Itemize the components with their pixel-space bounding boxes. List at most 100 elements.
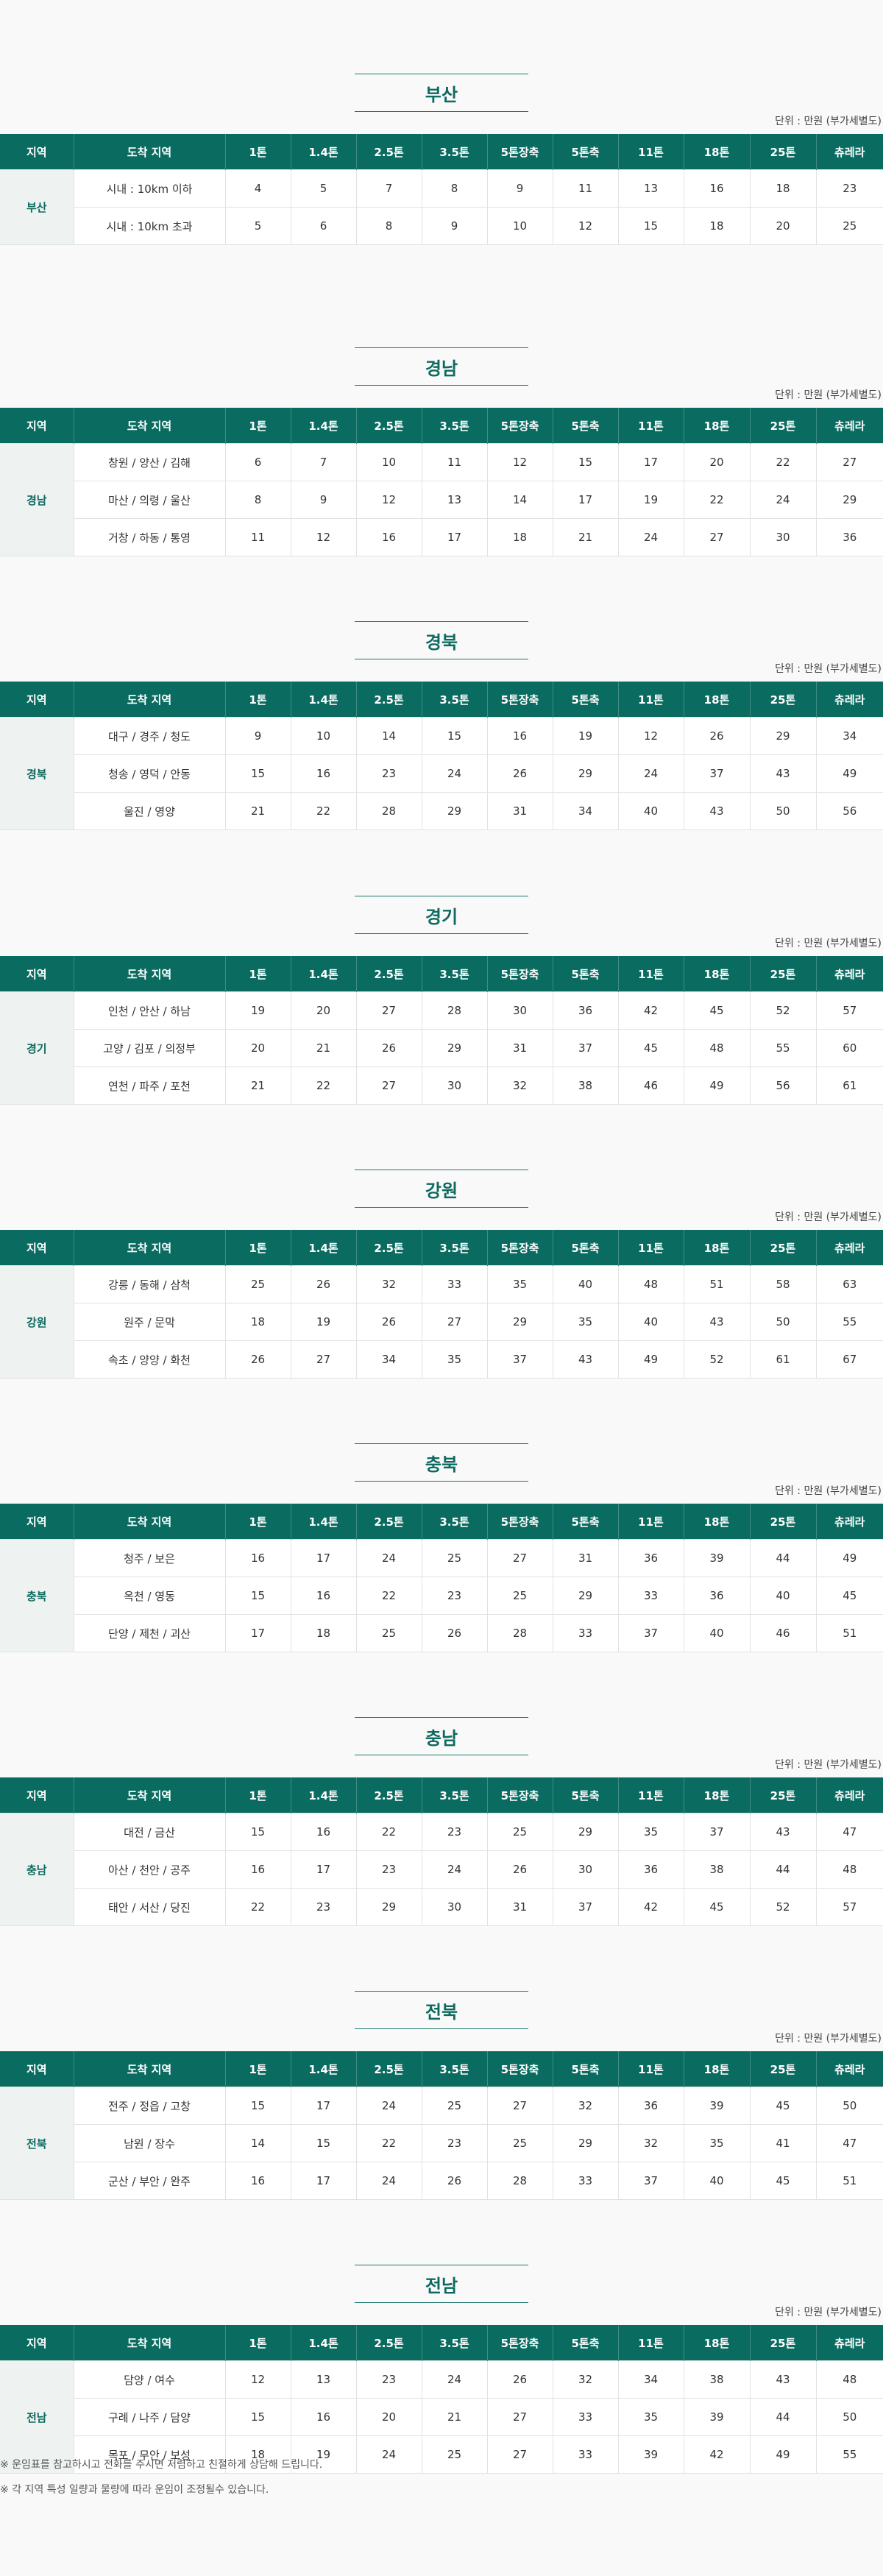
region-cell: 충북: [0, 1539, 74, 1652]
region-section-gangwon: 강원 단위 : 만원 (부가세별도) 지역 도착 지역 1톤 1.4톤 2.5톤 3.5톤 5톤…: [0, 1166, 883, 1409]
column-header: 2.5톤: [355, 408, 422, 444]
table-row: 원주 / 문막 18 19 26 27 29 35 40 43 50 55: [0, 1303, 883, 1341]
rate-cell: 50: [815, 2087, 883, 2125]
column-header: 5톤장축: [486, 2325, 553, 2361]
column-header: 1.4톤: [290, 682, 356, 718]
rate-cell: 24: [355, 1539, 422, 1577]
destination-cell: 대전 / 금산: [73, 1813, 226, 1851]
column-header: 도착 지역: [73, 1230, 225, 1266]
rate-cell: 40: [617, 792, 684, 830]
table-header-row: 지역 도착 지역 1톤 1.4톤 2.5톤 3.5톤 5톤장축 5톤축 11톤 18톤 25톤 츄레라: [0, 408, 883, 444]
rate-cell: 36: [617, 1539, 684, 1577]
destination-cell: 담양 / 여수: [73, 2360, 226, 2399]
region-section-chungbuk: 충북 단위 : 만원 (부가세별도) 지역 도착 지역 1톤 1.4톤 2.5톤 3.5톤 5톤…: [0, 1440, 883, 1682]
rate-cell: 16: [355, 518, 422, 556]
rate-cell: 14: [355, 717, 422, 755]
column-header: 18톤: [683, 2051, 750, 2087]
column-header: 11톤: [617, 956, 684, 992]
column-header: 지역: [0, 1777, 74, 1814]
rate-cell: 37: [683, 754, 751, 793]
unit-label: 단위 : 만원 (부가세별도): [775, 938, 882, 949]
rate-cell: 37: [683, 1813, 751, 1851]
rate-cell: 17: [421, 518, 488, 556]
rate-cell: 25: [421, 1539, 488, 1577]
rate-cell: 33: [552, 2162, 619, 2200]
table-row: 울진 / 영양 21 22 28 29 31 34 40 43 50 56: [0, 792, 883, 830]
rate-cell: 28: [421, 991, 488, 1030]
table-row: 경기 인천 / 안산 / 하남 19 20 27 28 30 36 42 45 52 57: [0, 991, 883, 1105]
rate-cell: 44: [749, 1850, 817, 1889]
rate-cell: 44: [749, 2398, 817, 2436]
rate-cell: 32: [486, 1066, 553, 1105]
column-header: 25톤: [749, 956, 816, 992]
rate-cell: 17: [617, 443, 684, 481]
rate-cell: 52: [749, 991, 817, 1030]
column-header: 5톤축: [552, 2325, 618, 2361]
rate-cell: 23: [355, 754, 422, 793]
table-row: 마산 / 의령 / 울산 8 9 12 13 14 17 19 22 24 29: [0, 481, 883, 519]
rate-cell: 63: [815, 1265, 883, 1303]
rate-table: 지역 도착 지역 1톤 1.4톤 2.5톤 3.5톤 5톤장축 5톤축 11톤 18톤 25톤 츄레라…: [0, 1230, 883, 1379]
table-row: 전남 담양 / 여수 12 13 23 24 26 32 34 38 43 48: [0, 2360, 883, 2474]
rate-cell: 12: [355, 481, 422, 519]
column-header: 1톤: [224, 2051, 291, 2087]
column-header: 11톤: [617, 682, 684, 718]
rate-cell: 17: [552, 481, 619, 519]
rate-cell: 48: [815, 1850, 883, 1889]
rate-cell: 24: [355, 2087, 422, 2125]
table-row: 군산 / 부안 / 완주 16 17 24 26 28 33 37 40 45 51: [0, 2162, 883, 2200]
rate-cell: 40: [552, 1265, 619, 1303]
rate-cell: 7: [355, 169, 422, 208]
table-row: 남원 / 장수 14 15 22 23 25 29 32 35 41 47: [0, 2124, 883, 2162]
rate-cell: 14: [486, 481, 553, 519]
rate-cell: 17: [290, 2087, 357, 2125]
column-header: 츄레라: [815, 1504, 883, 1540]
rate-cell: 26: [355, 1029, 422, 1067]
destination-cell: 청주 / 보은: [73, 1539, 226, 1577]
rate-cell: 27: [815, 443, 883, 481]
table-row: 강원 강릉 / 동해 / 삼척 25 26 32 33 35 40 48 51 58 63: [0, 1265, 883, 1379]
rate-cell: 43: [749, 2360, 817, 2399]
rate-cell: 61: [815, 1066, 883, 1105]
rate-cell: 27: [486, 2087, 553, 2125]
column-header: 1.4톤: [290, 134, 356, 170]
rate-cell: 22: [749, 443, 817, 481]
rate-cell: 12: [486, 443, 553, 481]
table-row: 부산 시내 : 10km 이하 4 5 7 8 9 11 13 16 18 23: [0, 169, 883, 245]
rate-cell: 20: [683, 443, 751, 481]
column-header: 도착 지역: [73, 134, 225, 170]
destination-cell: 남원 / 장수: [73, 2124, 226, 2162]
section-title: 충북: [355, 1443, 528, 1482]
rate-cell: 67: [815, 1340, 883, 1379]
rate-cell: 43: [683, 1303, 751, 1341]
rate-cell: 40: [683, 2162, 751, 2200]
rate-cell: 27: [290, 1340, 357, 1379]
table-header-row: 지역 도착 지역 1톤 1.4톤 2.5톤 3.5톤 5톤장축 5톤축 11톤 18톤 25톤 츄레라: [0, 1230, 883, 1266]
rate-cell: 40: [617, 1303, 684, 1341]
destination-cell: 단양 / 제천 / 괴산: [73, 1614, 226, 1652]
rate-cell: 11: [421, 443, 488, 481]
rate-cell: 31: [486, 1888, 553, 1926]
section-title: 부산: [355, 74, 528, 112]
column-header: 2.5톤: [355, 956, 422, 992]
column-header: 3.5톤: [421, 408, 487, 444]
rate-cell: 24: [617, 754, 684, 793]
region-cell: 전남: [0, 2360, 74, 2474]
rate-cell: 20: [749, 207, 817, 245]
rate-cell: 43: [552, 1340, 619, 1379]
rate-cell: 28: [486, 2162, 553, 2200]
region-cell: 경북: [0, 717, 74, 830]
rate-cell: 10: [486, 207, 553, 245]
rate-cell: 37: [617, 2162, 684, 2200]
rate-cell: 35: [486, 1265, 553, 1303]
column-header: 지역: [0, 1230, 74, 1266]
rate-cell: 11: [224, 518, 291, 556]
section-title: 강원: [355, 1170, 528, 1208]
region-cell: 경남: [0, 443, 74, 556]
column-header: 5톤장축: [486, 682, 553, 718]
rate-cell: 51: [815, 2162, 883, 2200]
column-header: 5톤장축: [486, 2051, 553, 2087]
column-header: 1톤: [224, 408, 291, 444]
destination-cell: 옥천 / 영동: [73, 1577, 226, 1615]
rate-cell: 45: [617, 1029, 684, 1067]
